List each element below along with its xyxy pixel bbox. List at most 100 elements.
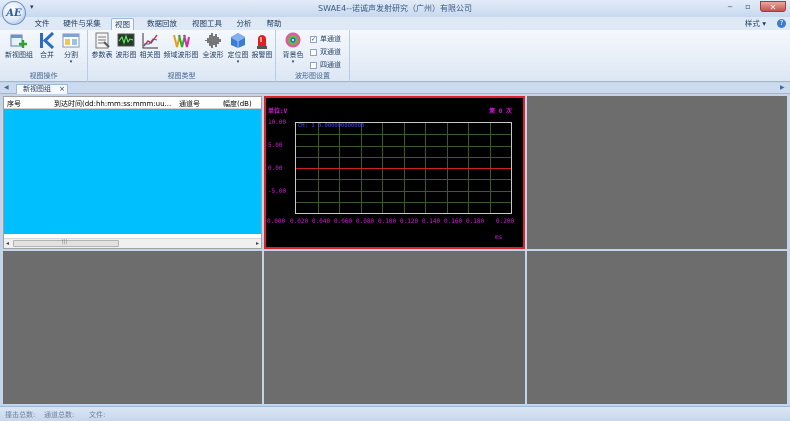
menu-tab-view[interactable]: 视图 [111, 18, 134, 30]
scroll-right-icon[interactable]: ▸ [256, 240, 259, 247]
unit-label: 单位:V [268, 108, 288, 115]
full-waveform-icon [204, 32, 222, 49]
y-tick-0: 0.00 [268, 165, 283, 172]
x-tick-7: 0.140 [422, 218, 441, 225]
empty-view-pane-6[interactable] [527, 251, 787, 404]
app-logo[interactable]: AE [2, 1, 26, 25]
alarm-label: 报警图 [251, 51, 273, 59]
checkbox-quad[interactable] [310, 61, 317, 69]
maximize-button[interactable]: ▫ [740, 1, 756, 12]
menu-tab-hardware[interactable]: 硬件与采集 [62, 18, 102, 30]
zero-line [296, 168, 511, 169]
alarm-button[interactable]: 报警图 [250, 32, 274, 60]
tab-new-view-group-label: 新视图组 [23, 85, 51, 93]
menu-tab-playback[interactable]: 数据回放 [146, 18, 178, 30]
horizontal-scrollbar[interactable]: ◂ ||| ▸ [4, 238, 261, 248]
column-header-arrival-time[interactable]: 到达时间(dd:hh:mm:ss:mmm:uu... [54, 99, 171, 109]
new-view-group-button[interactable]: 新视图组 [4, 32, 34, 60]
table-body[interactable] [4, 109, 261, 234]
help-icon[interactable]: ? [777, 19, 786, 28]
split-button[interactable]: 分割 ▾ [60, 32, 82, 65]
column-header-index[interactable]: 序号 [7, 99, 21, 109]
parameter-table-label: 参数表 [91, 51, 113, 59]
group-label-view-ops: 视图操作 [29, 72, 58, 80]
group-label-view-types: 视图类型 [167, 72, 196, 80]
y-tick-10: 10.00 [268, 119, 287, 126]
document-tab-strip: ◀ 新视图组 × ▶ [0, 83, 790, 94]
window-title: SWAE4--诺诚声发射研究（广州）有限公司 [318, 4, 472, 13]
full-waveform-label: 全波形 [202, 51, 224, 59]
background-color-button[interactable]: 背景色 ▾ [278, 32, 308, 65]
group-label-waveform-settings: 波形图设置 [295, 72, 330, 80]
tab-scroll-right-icon[interactable]: ▶ [780, 83, 785, 93]
y-tick-minus5: -5.00 [268, 188, 287, 195]
new-view-group-label: 新视图组 [5, 51, 33, 59]
channel-option-dual[interactable]: 双通道 [310, 47, 341, 57]
frequency-domain-button[interactable]: 频域波形图 [163, 32, 199, 60]
status-hits-total: 撞击总数: [5, 411, 36, 419]
menu-tab-file[interactable]: 文件 [33, 18, 51, 30]
waveform-icon [117, 32, 135, 49]
parameter-table-button[interactable]: 参数表 [91, 32, 113, 60]
tab-new-view-group[interactable]: 新视图组 × [16, 84, 68, 94]
table-header: 序号 到达时间(dd:hh:mm:ss:mmm:uu... 通道号 幅度(dB) [4, 97, 261, 109]
parameter-table-icon [93, 32, 111, 49]
empty-view-pane-3[interactable] [527, 96, 787, 249]
ribbon: 新视图组 合并 分割 ▾ 视图操作 参数表 波形图 相关图 频域波形图 全波形 … [0, 30, 790, 82]
new-view-group-icon [10, 32, 28, 49]
frequency-domain-label: 频域波形图 [163, 51, 199, 59]
parameter-table-view[interactable]: 序号 到达时间(dd:hh:mm:ss:mmm:uu... 通道号 幅度(dB)… [3, 96, 262, 249]
empty-view-pane-4[interactable] [3, 251, 262, 404]
channel-option-quad[interactable]: 四通道 [310, 60, 341, 70]
count-label: 第 0 次 [489, 108, 512, 115]
alarm-icon [253, 32, 271, 49]
x-tick-1: 0.020 [290, 218, 309, 225]
full-waveform-button[interactable]: 全波形 [201, 32, 225, 60]
split-dropdown-icon[interactable]: ▾ [60, 60, 82, 65]
scrollbar-grip-icon: ||| [62, 239, 68, 245]
background-color-dropdown-icon[interactable]: ▾ [278, 60, 308, 65]
channel-option-single-label: 单通道 [320, 35, 341, 43]
merge-label: 合并 [40, 51, 54, 59]
channel-option-quad-label: 四通道 [320, 61, 341, 69]
menu-tab-help[interactable]: 帮助 [265, 18, 283, 30]
x-tick-9: 0.180 [466, 218, 485, 225]
waveform-button[interactable]: 波形图 [115, 32, 137, 60]
correlation-label: 相关图 [139, 51, 161, 59]
style-label: 样式 [744, 19, 760, 28]
menu-tab-analysis[interactable]: 分析 [235, 18, 253, 30]
menu-tab-view-tools[interactable]: 视图工具 [190, 18, 224, 30]
empty-view-pane-5[interactable] [264, 251, 525, 404]
x-unit-label: ms [495, 234, 503, 241]
x-tick-10: 0.200 [496, 218, 515, 225]
status-channels-total: 通道总数: [44, 411, 75, 419]
style-menu[interactable]: 样式 ▾ [745, 18, 766, 30]
checkbox-single[interactable]: ✓ [310, 35, 317, 43]
checkbox-dual[interactable] [310, 48, 317, 56]
close-tab-icon[interactable]: × [59, 85, 65, 94]
app-logo-text: AE [6, 7, 22, 19]
scroll-left-icon[interactable]: ◂ [6, 240, 9, 247]
tab-scroll-left-icon[interactable]: ◀ [4, 83, 9, 93]
column-header-amplitude[interactable]: 幅度(dB) [223, 99, 252, 109]
waveform-plot-area[interactable]: CH: 1 0.000000000000 [295, 122, 512, 214]
merge-button[interactable]: 合并 [37, 31, 57, 60]
waveform-label: 波形图 [115, 51, 137, 59]
ribbon-group-view-ops: 新视图组 合并 分割 ▾ 视图操作 [0, 30, 88, 82]
waveform-view[interactable]: 单位:V 第 0 次 10.00 5.00 0.00 -5.00 CH: 1 0… [264, 96, 525, 249]
location-dropdown-icon[interactable]: ▾ [226, 60, 250, 65]
title-bar: ▾ SWAE4--诺诚声发射研究（广州）有限公司 ‒ ▫ ✕ [0, 0, 790, 17]
minimize-button[interactable]: ‒ [722, 1, 738, 12]
split-icon [62, 32, 80, 49]
menu-bar: 文件 硬件与采集 视图 数据回放 视图工具 分析 帮助 样式 ▾ ? [0, 17, 790, 30]
close-button[interactable]: ✕ [760, 1, 786, 12]
channel-option-single[interactable]: ✓ 单通道 [310, 34, 341, 44]
location-button[interactable]: 定位图 ▾ [226, 32, 250, 65]
status-bar: 撞击总数: 通道总数: 文件: [0, 406, 790, 421]
correlation-button[interactable]: 相关图 [139, 32, 161, 60]
x-tick-0: 0.000 [267, 218, 286, 225]
merge-icon [38, 31, 56, 50]
column-header-channel[interactable]: 通道号 [179, 99, 200, 109]
frequency-domain-icon [172, 32, 190, 49]
x-tick-8: 0.160 [444, 218, 463, 225]
